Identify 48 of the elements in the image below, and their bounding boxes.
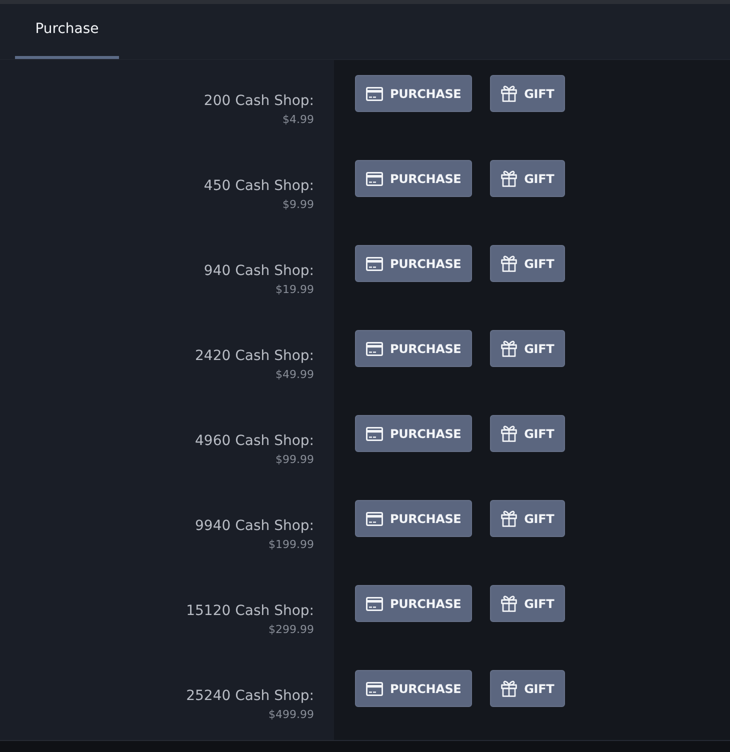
purchase-button[interactable]: PURCHASE bbox=[355, 585, 472, 622]
package-name: 9940 Cash Shop: bbox=[195, 517, 314, 535]
credit-card-icon bbox=[366, 596, 383, 610]
package-name: 4960 Cash Shop: bbox=[195, 432, 314, 450]
package-name: 15120 Cash Shop: bbox=[186, 602, 314, 620]
gift-icon bbox=[501, 170, 518, 187]
credit-card-icon bbox=[366, 342, 383, 356]
credit-card-icon bbox=[366, 426, 383, 440]
gift-button[interactable]: GIFT bbox=[490, 245, 566, 282]
credit-card-icon bbox=[366, 512, 383, 526]
gift-icon bbox=[501, 425, 518, 442]
package-name: 940 Cash Shop: bbox=[204, 262, 314, 280]
gift-button[interactable]: GIFT bbox=[490, 75, 566, 112]
credit-card-icon bbox=[366, 256, 383, 270]
package-name: 25240 Cash Shop: bbox=[186, 687, 314, 705]
package-price: $199.99 bbox=[268, 537, 314, 552]
package-price: $49.99 bbox=[276, 367, 314, 382]
gift-button[interactable]: GIFT bbox=[490, 500, 566, 537]
gift-button[interactable]: GIFT bbox=[490, 330, 566, 367]
gift-button[interactable]: GIFT bbox=[490, 585, 566, 622]
purchase-button[interactable]: PURCHASE bbox=[355, 500, 472, 537]
gift-icon bbox=[501, 680, 518, 697]
package-price: $499.99 bbox=[268, 707, 314, 722]
package-name: 2420 Cash Shop: bbox=[195, 347, 314, 365]
gift-button[interactable]: GIFT bbox=[490, 670, 566, 707]
gift-icon bbox=[501, 510, 518, 527]
purchase-button[interactable]: PURCHASE bbox=[355, 160, 472, 197]
package-name: 200 Cash Shop: bbox=[204, 92, 314, 110]
purchase-button[interactable]: PURCHASE bbox=[355, 415, 472, 452]
credit-card-icon bbox=[366, 172, 383, 186]
package-price: $9.99 bbox=[282, 197, 314, 212]
credit-card-icon bbox=[366, 86, 383, 100]
purchase-button[interactable]: PURCHASE bbox=[355, 75, 472, 112]
package-price: $19.99 bbox=[276, 282, 314, 297]
gift-button[interactable]: GIFT bbox=[490, 415, 566, 452]
purchase-button[interactable]: PURCHASE bbox=[355, 670, 472, 707]
purchase-button[interactable]: PURCHASE bbox=[355, 330, 472, 367]
package-price: $4.99 bbox=[282, 112, 314, 127]
gift-icon bbox=[501, 340, 518, 357]
package-name: 450 Cash Shop: bbox=[204, 177, 314, 195]
purchase-button[interactable]: PURCHASE bbox=[355, 245, 472, 282]
package-price: $99.99 bbox=[276, 452, 314, 467]
gift-icon bbox=[501, 595, 518, 612]
gift-icon bbox=[501, 85, 518, 102]
package-price: $299.99 bbox=[268, 622, 314, 637]
credit-card-icon bbox=[366, 682, 383, 696]
gift-icon bbox=[501, 255, 518, 272]
gift-button[interactable]: GIFT bbox=[490, 160, 566, 197]
